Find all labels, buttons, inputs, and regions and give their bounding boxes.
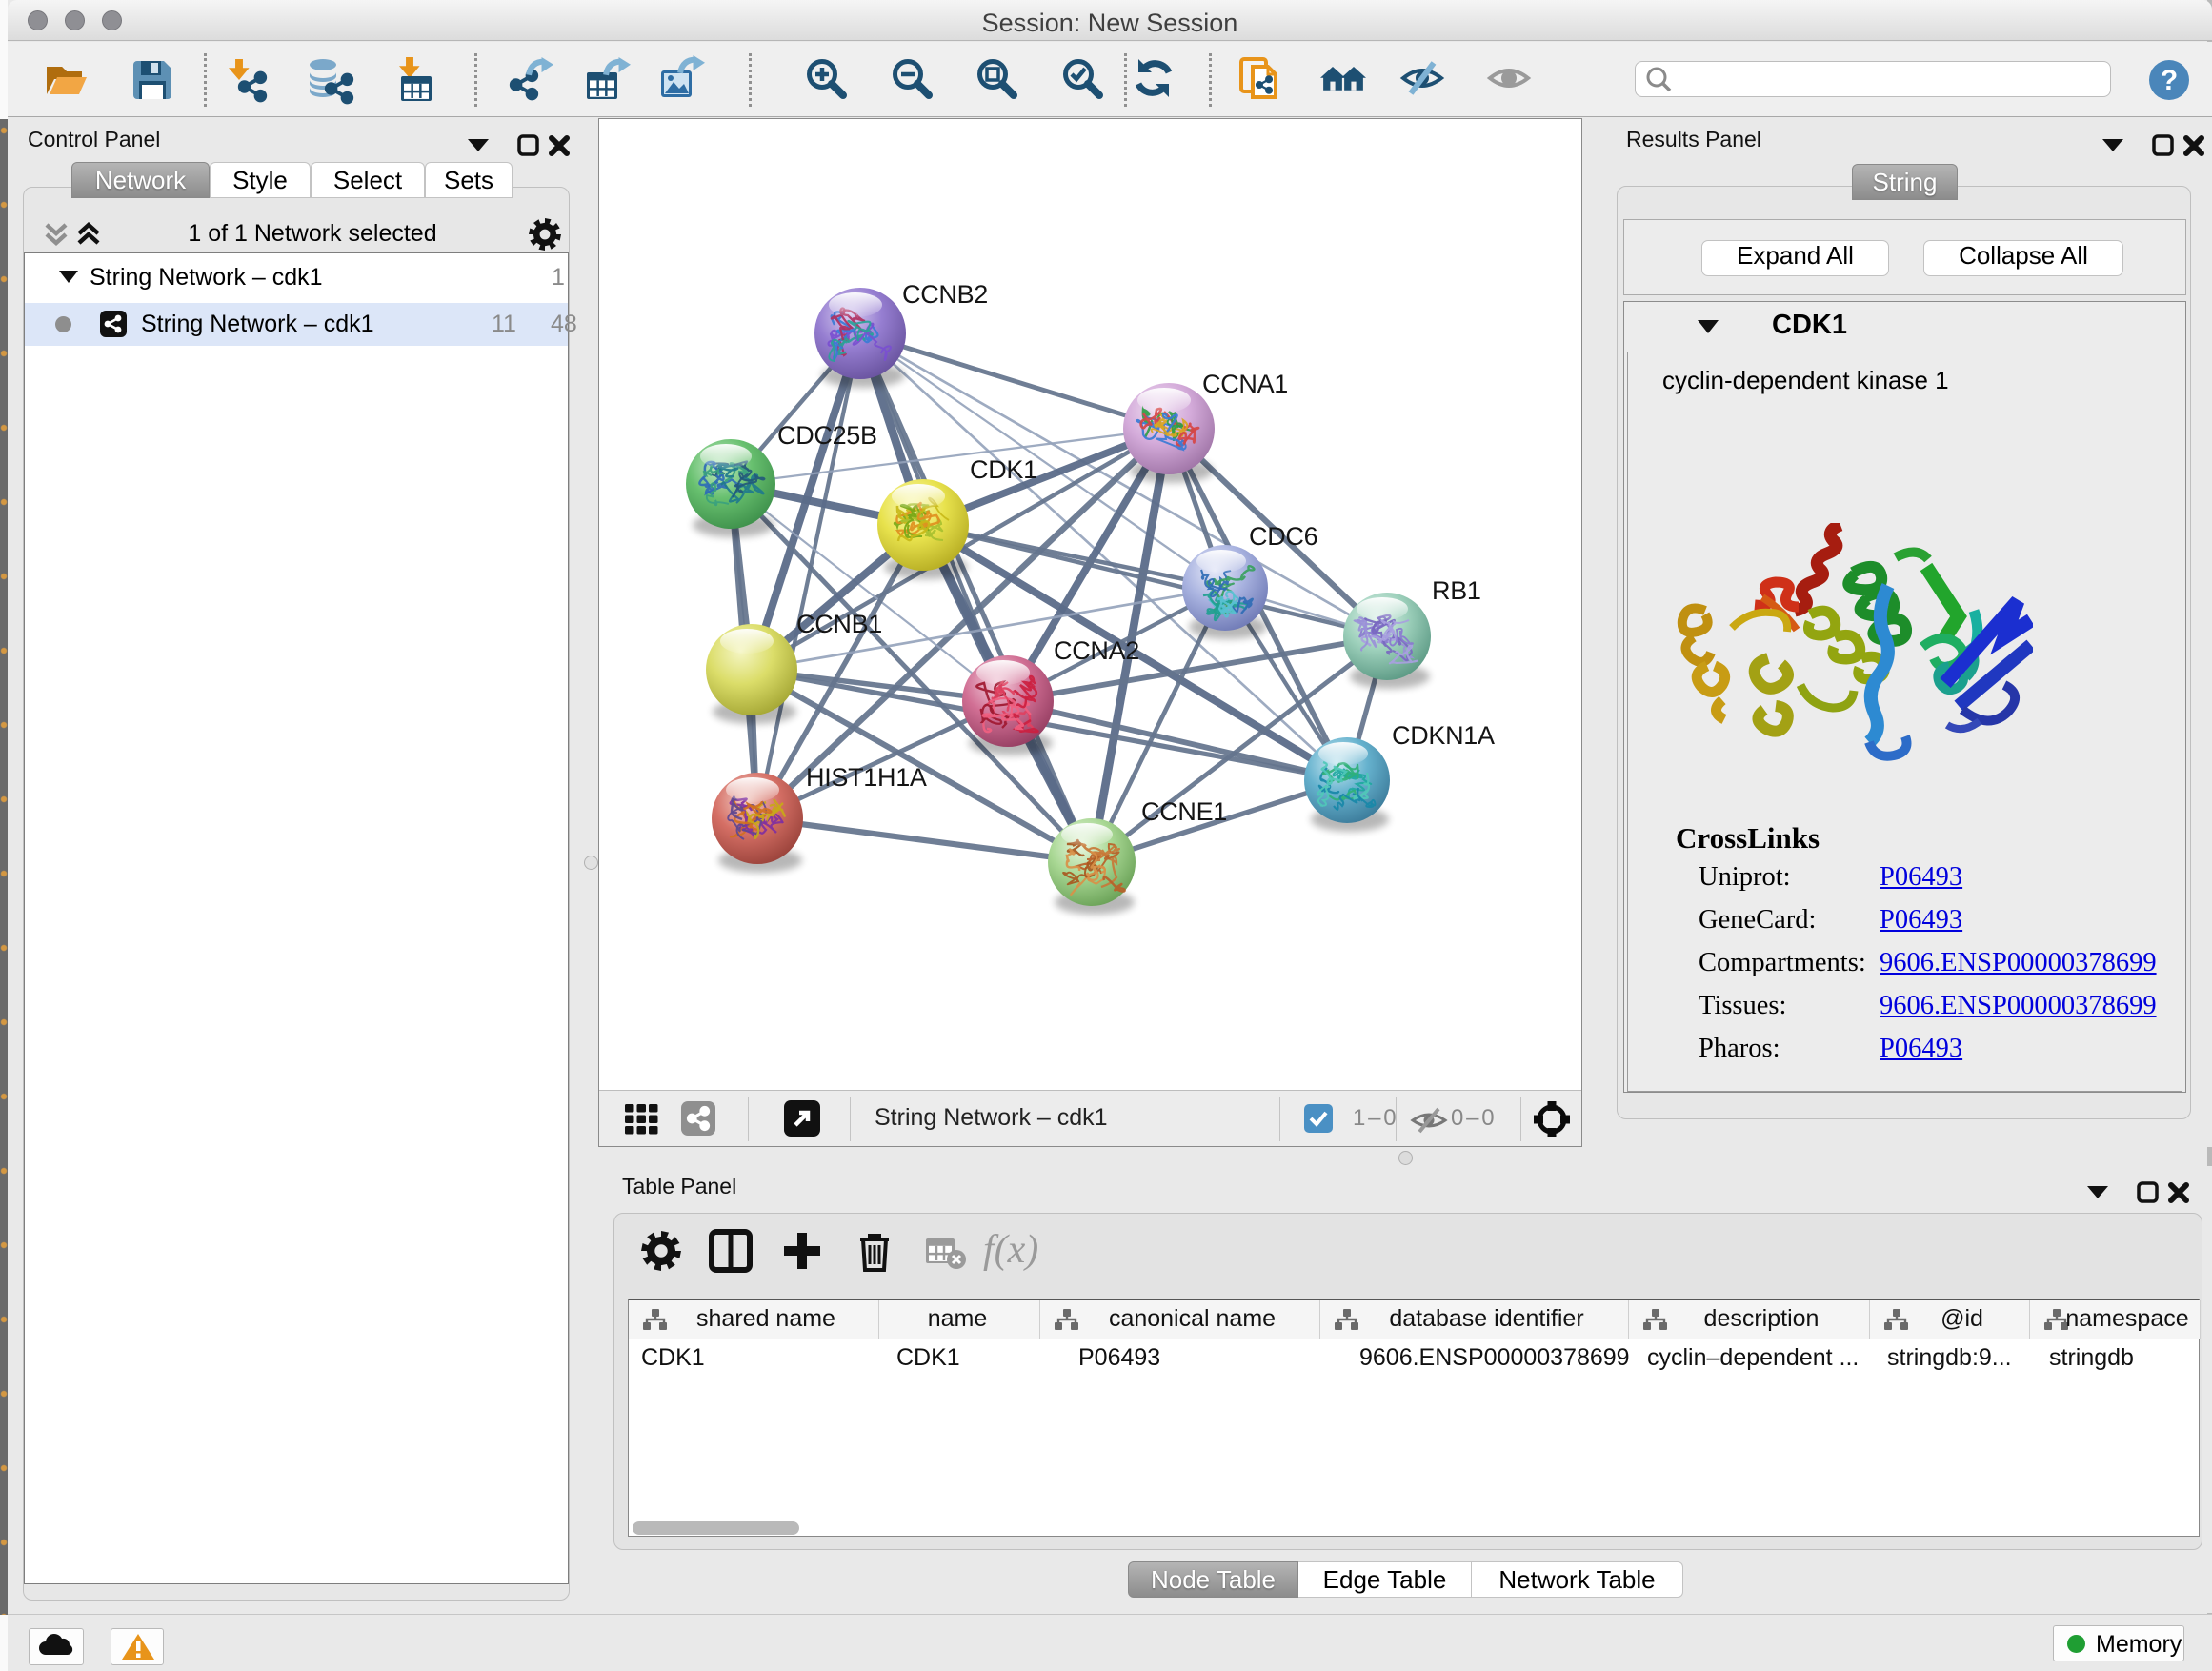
svg-text:?: ?	[2161, 65, 2178, 96]
svg-text:CCNB2: CCNB2	[902, 280, 988, 309]
svg-text:CDC25B: CDC25B	[777, 421, 877, 450]
svg-text:CCNA1: CCNA1	[1202, 370, 1288, 398]
svg-text:CCNA2: CCNA2	[1054, 636, 1139, 665]
svg-text:CCNE1: CCNE1	[1141, 797, 1227, 826]
svg-text:RB1: RB1	[1432, 576, 1481, 605]
svg-text:CDKN1A: CDKN1A	[1392, 721, 1495, 750]
svg-text:HIST1H1A: HIST1H1A	[806, 763, 927, 792]
svg-text:CCNB1: CCNB1	[796, 610, 882, 638]
svg-text:CDC6: CDC6	[1249, 522, 1317, 551]
svg-text:CDK1: CDK1	[970, 455, 1037, 484]
